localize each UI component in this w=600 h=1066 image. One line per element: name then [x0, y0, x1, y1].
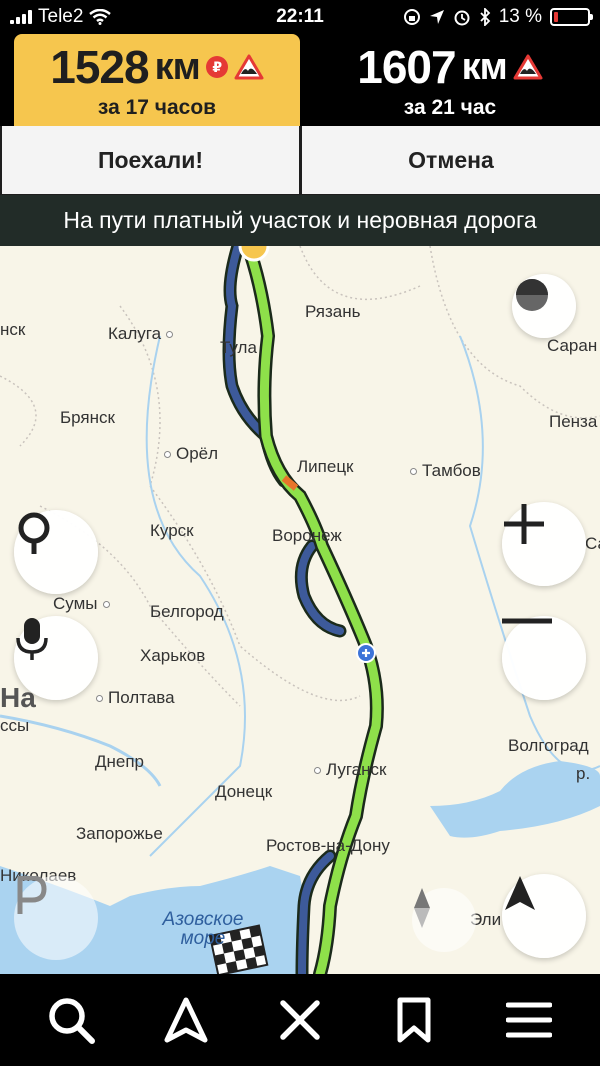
- city-label: Пенза: [549, 412, 598, 431]
- alarm-icon: [454, 10, 470, 26]
- city-label: Сумы: [53, 594, 110, 614]
- city-label: Тула: [220, 338, 257, 357]
- route-distance-unit: км: [154, 45, 201, 88]
- route-distance-unit: км: [461, 45, 508, 88]
- sea-label: Азовское море: [162, 909, 244, 949]
- city-label: Рязань: [305, 302, 361, 321]
- bottom-tab-bar: [0, 974, 600, 1066]
- city-label: Калуга: [108, 324, 174, 344]
- search-place-icon[interactable]: [14, 510, 98, 594]
- city-label: р.: [576, 764, 591, 783]
- status-bar: Tele2 22:11 13 %: [0, 0, 600, 34]
- toll-ruble-icon: ₽: [205, 56, 228, 78]
- battery-percent: 13 %: [498, 6, 542, 27]
- route-duration: за 21 час: [403, 96, 497, 119]
- city-label: Курск: [150, 521, 194, 540]
- route-warning-banner: На пути платный участок и неровная дорог…: [0, 195, 600, 246]
- route-option-primary[interactable]: 1528 км ₽ за 17 часов: [14, 34, 300, 126]
- route-actions: Поехали! Отмена: [0, 126, 600, 195]
- city-label: Липецк: [297, 457, 354, 476]
- rotation-lock-icon: [403, 9, 420, 25]
- city-label: Белгород: [150, 602, 224, 621]
- route-distance: 1528: [50, 41, 149, 93]
- north-arrow-icon[interactable]: [412, 888, 476, 952]
- rough-road-icon: [513, 54, 543, 80]
- map-view[interactable]: нск Калуга Рязань Саран Тула Брянск Пенз…: [0, 246, 600, 974]
- bookmark-icon[interactable]: [384, 990, 444, 1050]
- city-label: Луганск: [314, 760, 386, 780]
- battery-icon: [550, 8, 593, 26]
- start-route-button[interactable]: Поехали!: [2, 126, 299, 194]
- location-arrow-icon: [429, 10, 444, 24]
- city-label: Донецк: [215, 782, 273, 801]
- rough-road-icon: [234, 54, 264, 80]
- zoom-out-icon[interactable]: [502, 616, 586, 700]
- city-label: Харьков: [140, 646, 206, 665]
- city-label: ссы: [0, 716, 30, 735]
- city-label: Полтава: [96, 688, 175, 708]
- city-label: Брянск: [60, 408, 115, 427]
- route-option-alternative[interactable]: 1607 км за 21 час: [300, 34, 600, 126]
- close-icon[interactable]: [270, 990, 330, 1050]
- city-label: Днепр: [95, 752, 145, 771]
- route-duration: за 17 часов: [97, 96, 217, 119]
- city-label: Орёл: [164, 444, 218, 464]
- cancel-route-button[interactable]: Отмена: [302, 126, 600, 194]
- route-distance: 1607: [357, 41, 456, 93]
- search-icon[interactable]: [41, 990, 101, 1050]
- navigate-arrow-icon[interactable]: [502, 874, 586, 958]
- city-label: Тамбов: [410, 461, 481, 481]
- compass-icon[interactable]: [512, 274, 576, 338]
- city-label: Воронеж: [272, 526, 342, 545]
- parking-icon[interactable]: [14, 876, 98, 960]
- microphone-icon[interactable]: [14, 616, 98, 700]
- city-label: Запорожье: [76, 824, 163, 843]
- city-label: нск: [0, 320, 26, 339]
- city-label: Саран: [547, 336, 598, 355]
- bluetooth-icon: [480, 8, 490, 26]
- city-label: Ростов-на-Дону: [266, 836, 390, 855]
- city-label: Са: [585, 534, 600, 553]
- city-label: Волгоград: [508, 736, 589, 755]
- menu-icon[interactable]: [499, 990, 559, 1050]
- navigation-icon[interactable]: [156, 990, 216, 1050]
- zoom-in-icon[interactable]: [502, 502, 586, 586]
